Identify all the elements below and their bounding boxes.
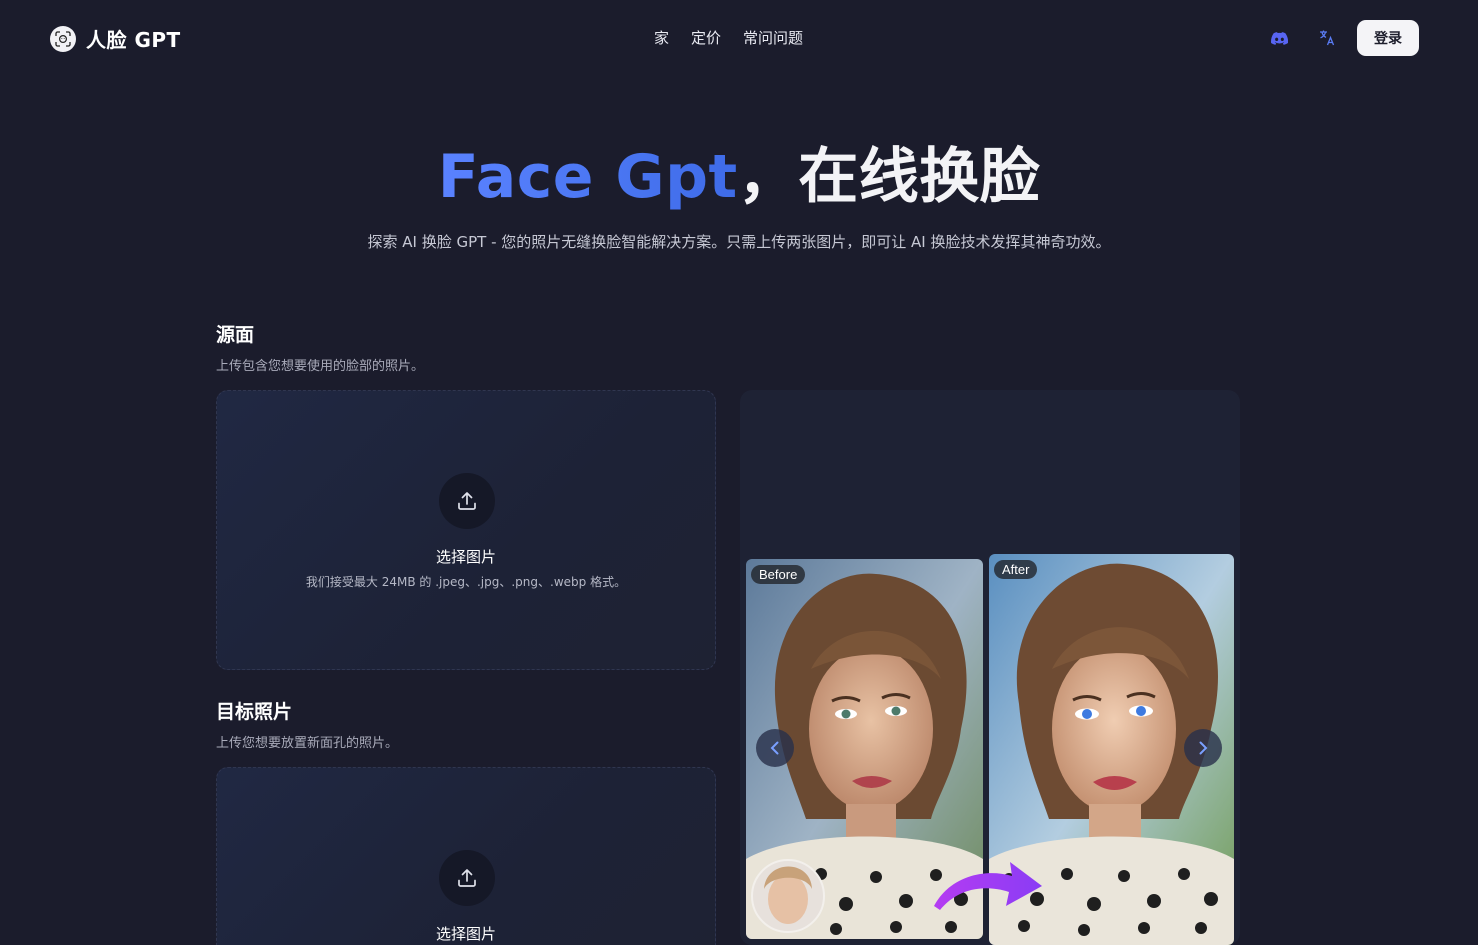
- upload-icon: [439, 473, 495, 529]
- translate-icon[interactable]: [1317, 28, 1337, 48]
- example-preview: Before After: [740, 390, 1240, 945]
- source-upload-label: 选择图片: [435, 548, 496, 566]
- nav-home[interactable]: 家: [654, 27, 669, 48]
- hero-title: Face Gpt，在线换脸: [0, 128, 1478, 215]
- source-description: 上传包含您想要使用的脸部的照片。: [216, 359, 425, 374]
- hero-separator: ，: [737, 142, 799, 212]
- after-label: After: [994, 560, 1038, 579]
- target-upload-label: 选择图片: [435, 925, 496, 943]
- top-header: 人脸 GPT 家 定价 常问问题 登录: [0, 0, 1478, 76]
- nav-pricing[interactable]: 定价: [691, 27, 721, 48]
- face-scan-icon: [50, 25, 76, 52]
- source-title: 源面: [216, 324, 255, 346]
- source-upload-hint: 我们接受最大 24MB 的 .jpeg、.jpg、.png、.webp 格式。: [305, 575, 627, 589]
- target-title: 目标照片: [216, 701, 293, 723]
- target-upload-dropzone[interactable]: 选择图片: [216, 767, 716, 945]
- login-button[interactable]: 登录: [1357, 20, 1419, 56]
- main-nav: 家 定价 常问问题: [654, 27, 803, 48]
- before-label: Before: [751, 565, 806, 584]
- hero-subtitle: 探索 AI 换脸 GPT - 您的照片无缝换脸智能解决方案。只需上传两张图片，即…: [367, 233, 1111, 251]
- discord-icon[interactable]: [1269, 28, 1289, 48]
- next-slide-button[interactable]: [1184, 729, 1222, 767]
- target-description: 上传您想要放置新面孔的照片。: [216, 736, 399, 751]
- prev-slide-button[interactable]: [756, 729, 794, 767]
- upload-icon: [439, 850, 495, 906]
- logo[interactable]: 人脸 GPT: [50, 24, 181, 53]
- swap-arrow-icon: [930, 858, 1045, 922]
- hero-tagline: 在线换脸: [798, 142, 1041, 212]
- nav-faq[interactable]: 常问问题: [743, 27, 803, 48]
- hero-brand: Face Gpt: [437, 142, 738, 212]
- source-upload-dropzone[interactable]: 选择图片 我们接受最大 24MB 的 .jpeg、.jpg、.png、.webp…: [216, 390, 716, 670]
- logo-text: 人脸 GPT: [86, 28, 181, 52]
